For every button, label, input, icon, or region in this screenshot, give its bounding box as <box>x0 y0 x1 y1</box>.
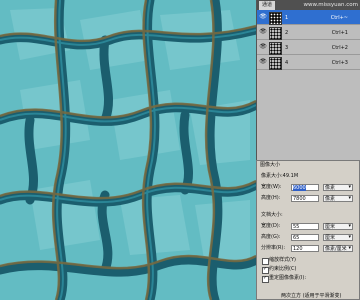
doc-height-unit-select[interactable]: 厘米 <box>323 234 353 241</box>
channels-panel: 通道 www.missyuan.com 👁 1 Ctrl+~ 👁 2 Ctrl+… <box>256 0 360 160</box>
channel-thumbnail <box>269 12 282 25</box>
height-input[interactable]: 7800 <box>291 195 319 202</box>
panel-tab-bar: 通道 www.missyuan.com <box>257 0 360 10</box>
scale-styles-label: 缩放样式(Y) <box>269 257 296 263</box>
resolution-label: 分辨率(R): <box>261 245 286 251</box>
eye-icon[interactable]: 👁 <box>259 13 267 21</box>
height-label: 高度(H): <box>261 195 281 201</box>
resample-method-select[interactable]: 两次立方 (适用于平滑渐变) <box>281 292 342 299</box>
channel-shortcut: Ctrl+3 <box>331 60 348 66</box>
channel-name: 4 <box>285 60 289 66</box>
channel-row-2[interactable]: 👁 2 Ctrl+1 <box>257 25 360 40</box>
dialog-title: 图像大小 <box>257 161 359 170</box>
watermark-url: www.missyuan.com <box>303 2 358 8</box>
constrain-proportions-label: 约束比例(C) <box>269 266 297 272</box>
channel-thumbnail <box>269 42 282 55</box>
document-canvas[interactable] <box>0 0 256 300</box>
doc-width-input[interactable]: 55 <box>291 223 319 230</box>
channel-shortcut: Ctrl+2 <box>331 45 348 51</box>
channel-row-4[interactable]: 👁 4 Ctrl+3 <box>257 55 360 70</box>
width-unit-select[interactable]: 像素 <box>323 184 353 191</box>
doc-height-label: 高度(G): <box>261 234 281 240</box>
resample-checkbox[interactable] <box>262 275 269 283</box>
image-size-dialog: 图像大小 像素大小:49.1M 宽度(W): 6000 像素 高度(H): 78… <box>256 160 360 300</box>
scale-styles-checkbox[interactable] <box>262 258 269 265</box>
constrain-proportions-checkbox[interactable] <box>262 266 269 274</box>
height-unit-select[interactable]: 像素 <box>323 195 353 202</box>
channel-row-1[interactable]: 👁 1 Ctrl+~ <box>257 10 360 25</box>
channel-name: 1 <box>285 15 289 21</box>
channel-row-3[interactable]: 👁 3 Ctrl+2 <box>257 40 360 55</box>
channel-thumbnail <box>269 27 282 40</box>
eye-icon[interactable]: 👁 <box>259 28 267 36</box>
resolution-unit-select[interactable]: 像素/厘米 <box>323 245 353 252</box>
width-label: 宽度(W): <box>261 184 282 190</box>
document-size-label: 文档大小: <box>261 212 283 218</box>
tab-channels[interactable]: 通道 <box>259 1 276 10</box>
resolution-input[interactable]: 120 <box>291 245 319 252</box>
channel-thumbnail <box>269 57 282 70</box>
resample-label: 重定图像像素(I): <box>269 275 307 281</box>
stained-glass-artwork <box>0 0 256 300</box>
doc-width-unit-select[interactable]: 厘米 <box>323 223 353 230</box>
width-input[interactable]: 6000 <box>291 184 319 191</box>
pixel-dimensions-label: 像素大小:49.1M <box>261 173 299 179</box>
channel-shortcut: Ctrl+~ <box>330 15 348 21</box>
doc-height-input[interactable]: 65 <box>291 234 319 241</box>
channel-name: 3 <box>285 45 289 51</box>
doc-width-label: 宽度(D): <box>261 223 281 229</box>
eye-icon[interactable]: 👁 <box>259 43 267 51</box>
eye-icon[interactable]: 👁 <box>259 58 267 66</box>
channel-shortcut: Ctrl+1 <box>331 30 348 36</box>
channel-name: 2 <box>285 30 289 36</box>
